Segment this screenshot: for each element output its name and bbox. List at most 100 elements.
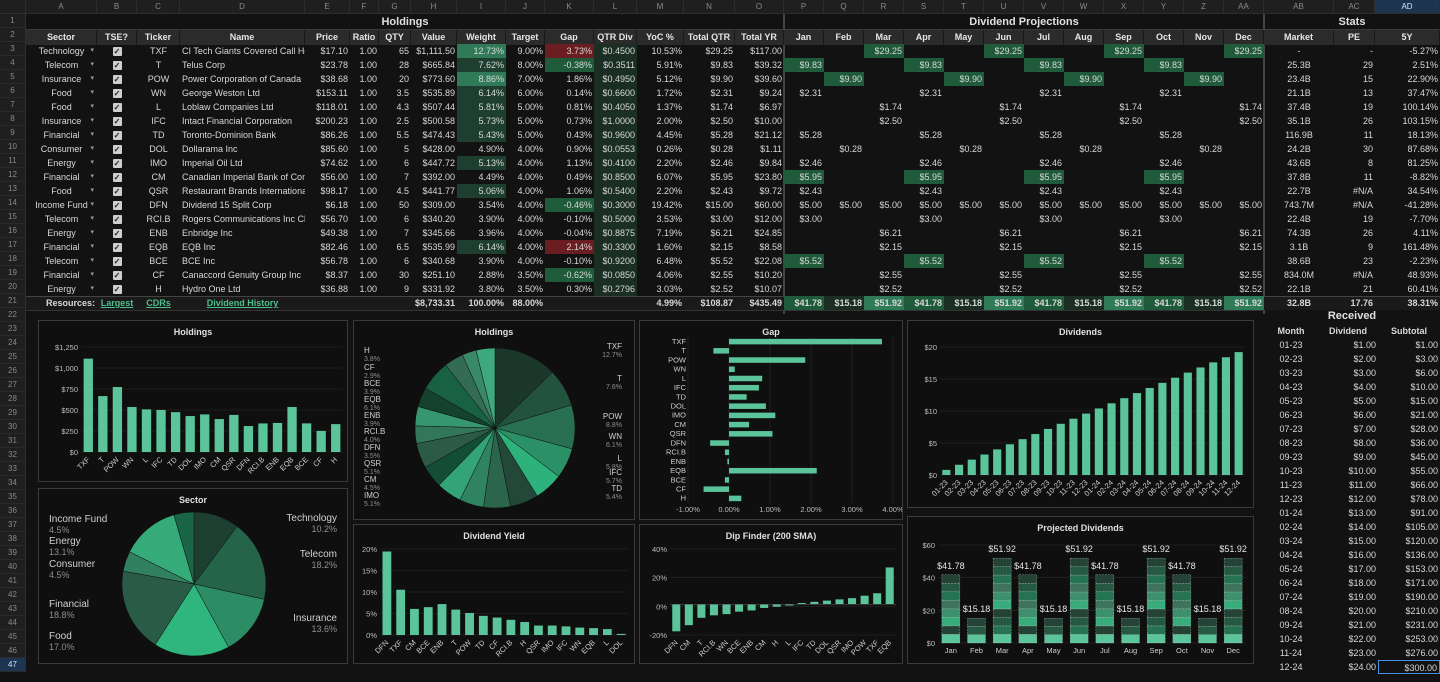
row-header-46[interactable]: 46 (0, 644, 26, 658)
header-target[interactable]: Target (506, 30, 545, 45)
column-header-m[interactable]: M (637, 0, 684, 14)
column-header-z[interactable]: Z (1184, 0, 1224, 14)
column-header-g[interactable]: G (379, 0, 411, 14)
dropdown-arrow-icon[interactable]: ▾ (90, 86, 94, 100)
row-header-5[interactable]: 5 (0, 70, 26, 84)
tse-checkbox[interactable]: ✓ (97, 72, 137, 86)
gap-bar-chart[interactable]: Gap -1.00% 0.00% 1.00% 2.00% 3.00% 4.00% TXF T PO… (639, 320, 903, 520)
row-header-26[interactable]: 26 (0, 364, 26, 378)
checkbox-checked-icon[interactable]: ✓ (112, 131, 122, 141)
row-header-34[interactable]: 34 (0, 476, 26, 490)
cell-sector[interactable]: Consumer ▾ (26, 142, 97, 156)
row-header-37[interactable]: 37 (0, 518, 26, 532)
column-header-ac[interactable]: AC (1334, 0, 1375, 14)
tse-checkbox[interactable]: ✓ (97, 170, 137, 184)
tse-checkbox[interactable]: ✓ (97, 240, 137, 254)
tse-checkbox[interactable]: ✓ (97, 212, 137, 226)
column-header-q[interactable]: Q (824, 0, 864, 14)
dip-finder-chart[interactable]: Dip Finder (200 SMA) -20% 0% 20% 40% DFN CM T RC… (639, 524, 903, 664)
row-header-27[interactable]: 27 (0, 378, 26, 392)
checkbox-checked-icon[interactable]: ✓ (112, 159, 122, 169)
checkbox-checked-icon[interactable]: ✓ (112, 47, 122, 57)
row-header-40[interactable]: 40 (0, 560, 26, 574)
dropdown-arrow-icon[interactable]: ▾ (90, 282, 94, 296)
dropdown-arrow-icon[interactable]: ▾ (90, 184, 94, 198)
holdings-bar-chart[interactable]: Holdings $0 $250 $500 $750 $1,000 $1,250 TXF T PO… (38, 320, 348, 482)
column-header-h[interactable]: H (411, 0, 457, 14)
row-header-47[interactable]: 47 (0, 658, 26, 672)
checkbox-checked-icon[interactable]: ✓ (112, 215, 122, 225)
dropdown-arrow-icon[interactable]: ▾ (90, 254, 94, 268)
row-header-2[interactable]: 2 (0, 28, 26, 42)
header-stat-pe[interactable]: PE (1334, 30, 1375, 45)
header-gap[interactable]: Gap (545, 30, 594, 45)
row-header-6[interactable]: 6 (0, 84, 26, 98)
dropdown-arrow-icon[interactable]: ▾ (90, 114, 94, 128)
column-header-o[interactable]: O (735, 0, 784, 14)
header-stat-5y[interactable]: 5Y (1375, 30, 1440, 45)
column-header-u[interactable]: U (984, 0, 1024, 14)
cell-sector[interactable]: Energy ▾ (26, 156, 97, 170)
dropdown-arrow-icon[interactable]: ▾ (90, 128, 94, 142)
row-header-7[interactable]: 7 (0, 98, 26, 112)
row-header-18[interactable]: 18 (0, 252, 26, 266)
checkbox-checked-icon[interactable]: ✓ (112, 103, 122, 113)
column-header-a[interactable]: A (26, 0, 97, 14)
tse-checkbox[interactable]: ✓ (97, 282, 137, 296)
row-header-17[interactable]: 17 (0, 238, 26, 252)
header-ticker[interactable]: Ticker (137, 30, 180, 45)
header-qtr-div[interactable]: QTR Div (594, 30, 637, 45)
column-header-d[interactable]: D (180, 0, 305, 14)
cell-sector[interactable]: Energy ▾ (26, 226, 97, 240)
row-header-35[interactable]: 35 (0, 490, 26, 504)
row-header-13[interactable]: 13 (0, 182, 26, 196)
header-tse-[interactable]: TSE? (97, 30, 137, 45)
column-header-y[interactable]: Y (1144, 0, 1184, 14)
header-month-jan[interactable]: Jan (784, 30, 824, 45)
cell-sector[interactable]: Financial ▾ (26, 268, 97, 282)
row-header-22[interactable]: 22 (0, 308, 26, 322)
tse-checkbox[interactable]: ✓ (97, 254, 137, 268)
tse-checkbox[interactable]: ✓ (97, 184, 137, 198)
column-header-v[interactable]: V (1024, 0, 1064, 14)
tse-checkbox[interactable]: ✓ (97, 198, 137, 212)
header-name[interactable]: Name (180, 30, 305, 45)
cell-sector[interactable]: Financial ▾ (26, 240, 97, 254)
row-header-20[interactable]: 20 (0, 280, 26, 294)
header-month-may[interactable]: May (944, 30, 984, 45)
cell-sector[interactable]: Income Fund ▾ (26, 198, 97, 212)
header-month-mar[interactable]: Mar (864, 30, 904, 45)
header-weight[interactable]: Weight (457, 30, 506, 45)
dividend-yield-chart[interactable]: Dividend Yield 0% 5% 10% 15% 20% DFN TXF CM BCE EN… (353, 524, 635, 664)
header-month-feb[interactable]: Feb (824, 30, 864, 45)
row-header-15[interactable]: 15 (0, 210, 26, 224)
cell-sector[interactable]: Telecom ▾ (26, 58, 97, 72)
resource-link-cdrs[interactable]: CDRs (137, 296, 180, 310)
cell-sector[interactable]: Telecom ▾ (26, 212, 97, 226)
header-stat-market[interactable]: Market (1264, 30, 1334, 45)
dropdown-arrow-icon[interactable]: ▾ (90, 44, 94, 58)
checkbox-checked-icon[interactable]: ✓ (112, 145, 122, 155)
tse-checkbox[interactable]: ✓ (97, 44, 137, 58)
row-header-21[interactable]: 21 (0, 294, 26, 308)
dropdown-arrow-icon[interactable]: ▾ (90, 72, 94, 86)
header-qty[interactable]: QTY (379, 30, 411, 45)
dropdown-arrow-icon[interactable]: ▾ (90, 198, 94, 212)
row-header-9[interactable]: 9 (0, 126, 26, 140)
row-header-36[interactable]: 36 (0, 504, 26, 518)
dividends-bar-chart[interactable]: Dividends $0 $5 $10 $15 $20 01-23 02-23 03-23 04-… (907, 320, 1254, 508)
column-header-j[interactable]: J (506, 0, 545, 14)
projected-dividends-chart[interactable]: Projected Dividends $0 $20 $40 $60 $41.78 Jan $… (907, 516, 1254, 664)
cell-sector[interactable]: Energy ▾ (26, 282, 97, 296)
row-header-33[interactable]: 33 (0, 462, 26, 476)
row-header-1[interactable]: 1 (0, 14, 26, 28)
checkbox-checked-icon[interactable]: ✓ (112, 229, 122, 239)
holdings-pie-chart[interactable]: Holdings TXF 12.7% T 7.6% POW 8.8% WN 6.1% L 5.8% I… (353, 320, 635, 520)
header-value[interactable]: Value (411, 30, 457, 45)
checkbox-checked-icon[interactable]: ✓ (112, 257, 122, 267)
tse-checkbox[interactable]: ✓ (97, 128, 137, 142)
dropdown-arrow-icon[interactable]: ▾ (90, 212, 94, 226)
checkbox-checked-icon[interactable]: ✓ (112, 243, 122, 253)
cell-sector[interactable]: Telecom ▾ (26, 254, 97, 268)
dropdown-arrow-icon[interactable]: ▾ (90, 268, 94, 282)
